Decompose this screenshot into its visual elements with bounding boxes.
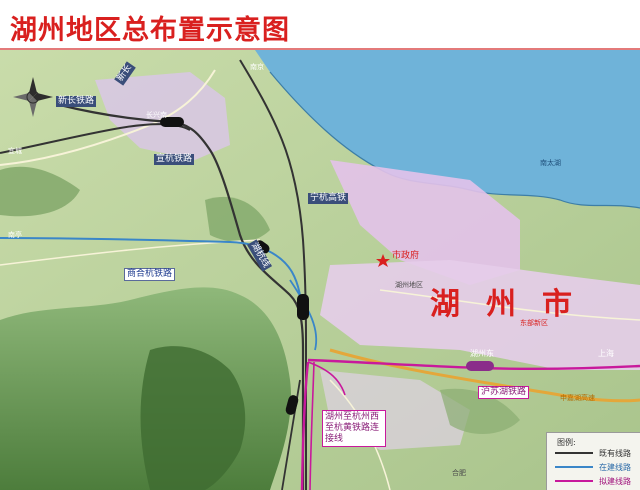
- label-huzhou-east-station: 湖州东: [470, 349, 494, 358]
- station-huzhou-east: [466, 361, 494, 371]
- label-shanghai: 上海: [598, 349, 614, 358]
- map-graphic: [0, 50, 640, 490]
- map-legend: 图例: 既有线路 在建线路 拟建线路: [546, 432, 640, 490]
- legend-label-existing: 既有线路: [599, 449, 631, 458]
- label-ninghang-hsr: 宁杭高铁: [308, 193, 349, 204]
- legend-label-planned: 拟建线路: [599, 477, 631, 486]
- label-huzhou-city: 湖州市: [430, 287, 598, 322]
- label-nanjing: 南京: [250, 63, 264, 71]
- label-shenjiahu-highway: 申嘉湖高速: [560, 394, 595, 402]
- label-husuhu-railway: 沪苏湖铁路: [478, 386, 530, 399]
- map-page: 湖州地区总布置示意图 新长铁路 新长 宣杭铁路 宁杭高铁 商合杭铁路 湖杭线 沪…: [0, 0, 640, 490]
- label-nanji: 南亭: [8, 231, 22, 239]
- label-south-taihu: 南太湖: [540, 159, 561, 167]
- legend-swatch-under-construction: [555, 466, 593, 468]
- label-xinchang-railway: 新长铁路: [56, 96, 97, 107]
- title-bar: 湖州地区总布置示意图: [0, 0, 640, 52]
- legend-item-under-construction: 在建线路: [555, 461, 639, 473]
- label-shanghe-hang-railway: 商合杭铁路: [124, 268, 176, 281]
- label-xuanhang-railway: 宣杭铁路: [154, 154, 195, 165]
- legend-item-existing: 既有线路: [555, 447, 639, 459]
- map-canvas: 新长铁路 新长 宣杭铁路 宁杭高铁 商合杭铁路 湖杭线 沪苏湖铁路 湖州至杭州西…: [0, 50, 640, 490]
- label-city-hall: 市政府: [392, 251, 420, 261]
- label-east-new-district: 东部新区: [520, 319, 548, 327]
- legend-swatch-existing: [555, 452, 593, 454]
- label-huzhou-area: 湖州地区: [395, 281, 423, 289]
- legend-item-planned: 拟建线路: [555, 475, 639, 487]
- station-huzhou: [297, 294, 309, 320]
- label-changxing-south: 长兴南: [146, 111, 167, 119]
- label-yixing: 宜城: [8, 147, 22, 155]
- map-title: 湖州地区总布置示意图: [10, 15, 290, 46]
- label-connection-line: 湖州至杭州西至杭黄铁路连接线: [322, 410, 386, 447]
- label-hefei: 合肥: [452, 469, 466, 477]
- legend-swatch-planned: [555, 480, 593, 482]
- legend-label-under-construction: 在建线路: [599, 463, 631, 472]
